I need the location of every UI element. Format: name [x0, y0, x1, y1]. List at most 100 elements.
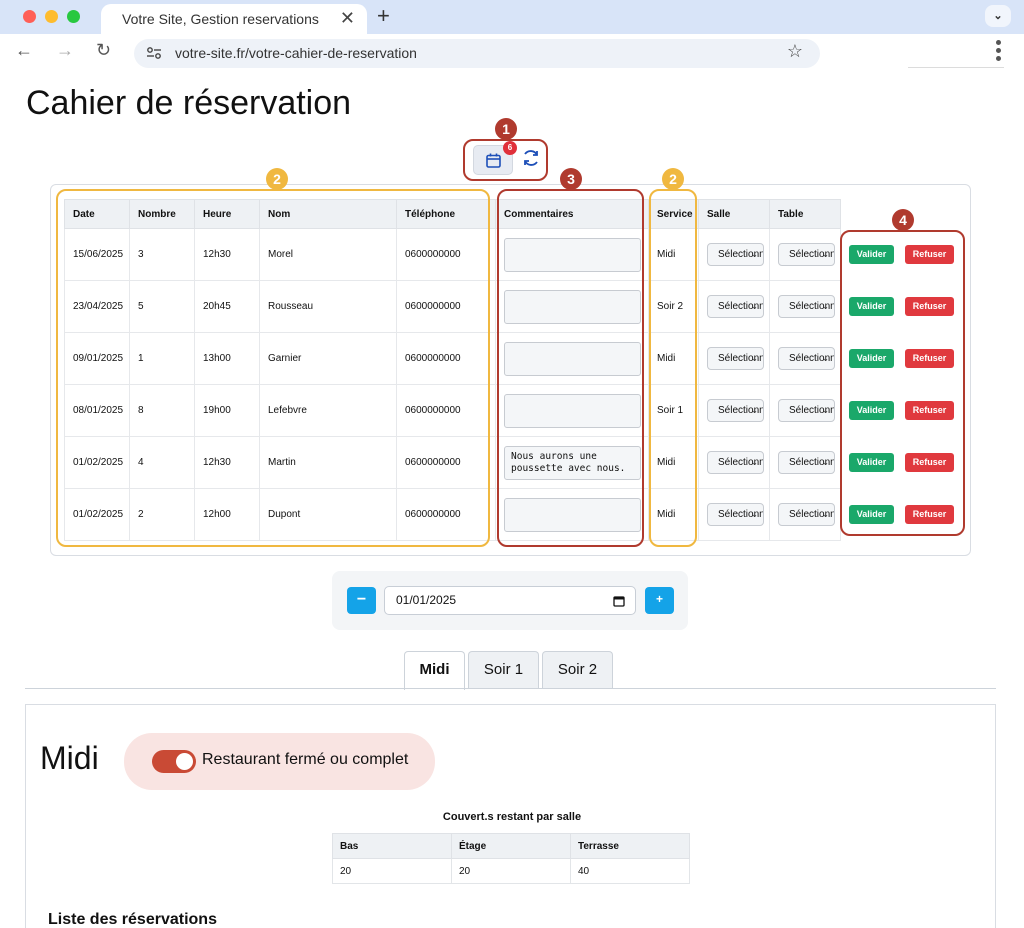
- close-icon[interactable]: ✕: [340, 8, 355, 29]
- browser-tab[interactable]: Votre Site, Gestion reservations ✕: [101, 4, 367, 34]
- refuser-button[interactable]: Refuser: [905, 297, 954, 316]
- comment-textarea[interactable]: [504, 393, 641, 428]
- valider-button[interactable]: Valider: [849, 297, 894, 316]
- comment-textarea[interactable]: [504, 341, 641, 376]
- refresh-icon[interactable]: [521, 148, 541, 168]
- refuser-button[interactable]: Refuser: [905, 453, 954, 472]
- capacity-title: Couvert.s restant par salle: [442, 811, 582, 823]
- salle-select[interactable]: Sélectionner⌄: [707, 347, 764, 370]
- chevron-down-icon: ⌄: [822, 458, 829, 467]
- cell-service: Soir 2: [648, 280, 699, 333]
- tab-soir-2[interactable]: Soir 2: [542, 651, 613, 689]
- capacity-value: 20: [332, 858, 452, 884]
- chevron-down-icon: ⌄: [822, 250, 829, 259]
- cell-commentaire: [495, 228, 649, 281]
- cell-nom: Rousseau: [259, 280, 397, 333]
- closed-toggle-switch[interactable]: [152, 750, 196, 773]
- capacity-value: 20: [451, 858, 571, 884]
- browser-menu-icon[interactable]: [996, 40, 1002, 64]
- column-header: Nombre: [129, 199, 195, 229]
- cell-table: Sélectionner⌄: [769, 488, 841, 541]
- cell-service: Soir 1: [648, 384, 699, 437]
- next-day-button[interactable]: +: [645, 587, 674, 614]
- back-arrow-icon[interactable]: ←: [15, 40, 33, 61]
- annotation-number: 3: [560, 168, 582, 190]
- column-header: Nom: [259, 199, 397, 229]
- comment-textarea[interactable]: [504, 497, 641, 532]
- valider-button[interactable]: Valider: [849, 349, 894, 368]
- new-tab-button[interactable]: +: [377, 3, 390, 29]
- table-select[interactable]: Sélectionner⌄: [778, 451, 835, 474]
- table-select[interactable]: Sélectionner⌄: [778, 243, 835, 266]
- table-select[interactable]: Sélectionner⌄: [778, 347, 835, 370]
- cell-table: Sélectionner⌄: [769, 436, 841, 489]
- cell-heure: 19h00: [194, 384, 260, 437]
- salle-select[interactable]: Sélectionner⌄: [707, 295, 764, 318]
- panel-title: Midi: [40, 740, 99, 776]
- capacity-table: Bas Étage Terrasse 20 20 40: [332, 833, 690, 884]
- close-window-button[interactable]: [23, 10, 36, 23]
- minimize-window-button[interactable]: [45, 10, 58, 23]
- valider-button[interactable]: Valider: [849, 453, 894, 472]
- table-row: 15/06/2025 3 12h30 Morel 0600000000 Midi Sélec…: [64, 228, 967, 281]
- cell-service: Midi: [648, 228, 699, 281]
- salle-select[interactable]: Sélectionner⌄: [707, 243, 764, 266]
- notification-badge: 6: [503, 141, 517, 155]
- cell-date: 23/04/2025: [64, 280, 130, 333]
- table-row: 08/01/2025 8 19h00 Lefebvre 0600000000 Soir 1…: [64, 384, 967, 437]
- valider-button[interactable]: Valider: [849, 401, 894, 420]
- cell-actions: Valider Refuser: [840, 384, 967, 437]
- toggle-knob: [176, 753, 193, 770]
- annotation-number: 4: [892, 209, 914, 231]
- toggle-label: Restaurant fermé ou complet: [202, 751, 409, 768]
- comment-textarea[interactable]: Nous aurons une poussette avec nous.: [504, 445, 641, 480]
- forward-arrow-icon[interactable]: →: [56, 40, 74, 61]
- cell-actions: Valider Refuser: [840, 436, 967, 489]
- cell-date: 01/02/2025: [64, 488, 130, 541]
- date-input[interactable]: 01/01/2025: [384, 586, 636, 615]
- annotation-number: 2: [662, 168, 684, 190]
- cell-telephone: 0600000000: [396, 280, 496, 333]
- tab-search-button[interactable]: ⌄: [985, 5, 1011, 27]
- table-row: 01/02/2025 4 12h30 Martin 0600000000 Nous aur…: [64, 436, 967, 489]
- bookmark-star-icon[interactable]: ☆: [787, 41, 803, 62]
- reservations-table: Date Nombre Heure Nom Téléphone Commenta…: [64, 199, 967, 541]
- calendar-picker-icon[interactable]: [613, 595, 625, 607]
- table-select[interactable]: Sélectionner⌄: [778, 295, 835, 318]
- divider: [908, 67, 1004, 68]
- annotation-number: 1: [495, 118, 517, 140]
- cell-date: 09/01/2025: [64, 332, 130, 385]
- salle-select[interactable]: Sélectionner⌄: [707, 503, 764, 526]
- chevron-down-icon: ⌄: [822, 510, 829, 519]
- tab-soir-1[interactable]: Soir 1: [468, 651, 539, 689]
- previous-day-button[interactable]: −: [347, 587, 376, 614]
- refuser-button[interactable]: Refuser: [905, 245, 954, 264]
- cell-commentaire: [495, 332, 649, 385]
- table-row: 09/01/2025 1 13h00 Garnier 0600000000 Midi Sél…: [64, 332, 967, 385]
- address-bar[interactable]: votre-site.fr/votre-cahier-de-reservatio…: [134, 39, 820, 68]
- table-row: 23/04/2025 5 20h45 Rousseau 0600000000 Soir 2…: [64, 280, 967, 333]
- reload-icon[interactable]: ↻: [96, 40, 111, 61]
- cell-service: Midi: [648, 488, 699, 541]
- reservations-list-title: Liste des réservations: [48, 911, 217, 928]
- comment-textarea[interactable]: [504, 289, 641, 324]
- comment-textarea[interactable]: [504, 237, 641, 272]
- salle-select[interactable]: Sélectionner⌄: [707, 451, 764, 474]
- refuser-button[interactable]: Refuser: [905, 401, 954, 420]
- cell-service: Midi: [648, 332, 699, 385]
- cell-salle: Sélectionner⌄: [698, 488, 770, 541]
- refuser-button[interactable]: Refuser: [905, 349, 954, 368]
- capacity-value: 40: [570, 858, 690, 884]
- site-settings-icon[interactable]: [146, 46, 162, 60]
- table-select[interactable]: Sélectionner⌄: [778, 503, 835, 526]
- refuser-button[interactable]: Refuser: [905, 505, 954, 524]
- tab-midi[interactable]: Midi: [404, 651, 465, 690]
- valider-button[interactable]: Valider: [849, 245, 894, 264]
- chevron-down-icon: ⌄: [751, 510, 758, 519]
- valider-button[interactable]: Valider: [849, 505, 894, 524]
- column-header: Heure: [194, 199, 260, 229]
- salle-select[interactable]: Sélectionner⌄: [707, 399, 764, 422]
- cell-nom: Martin: [259, 436, 397, 489]
- maximize-window-button[interactable]: [67, 10, 80, 23]
- table-select[interactable]: Sélectionner⌄: [778, 399, 835, 422]
